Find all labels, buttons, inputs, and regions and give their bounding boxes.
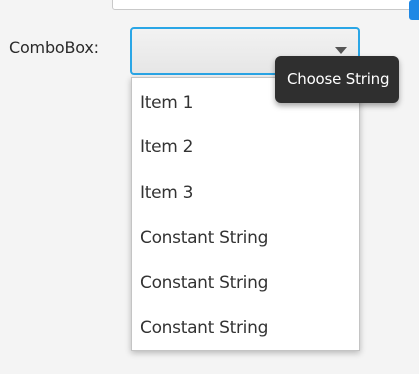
dropdown-item-item-2[interactable]: Item 2 bbox=[140, 137, 193, 157]
dropdown-item-constant-string-3[interactable]: Constant String bbox=[140, 318, 268, 338]
combobox-label: ComboBox: bbox=[9, 38, 99, 57]
dropdown-item-constant-string-2[interactable]: Constant String bbox=[140, 273, 268, 293]
text-field-above[interactable] bbox=[112, 0, 412, 10]
combobox-dropdown-list: Item 1 Item 2 Item 3 Constant String Con… bbox=[131, 77, 360, 351]
dropdown-item-constant-string-1[interactable]: Constant String bbox=[140, 228, 268, 248]
blue-control-edge[interactable] bbox=[409, 0, 419, 20]
chevron-down-icon[interactable] bbox=[335, 47, 347, 54]
dropdown-item-item-3[interactable]: Item 3 bbox=[140, 183, 193, 203]
tooltip: Choose String bbox=[275, 56, 400, 103]
dropdown-item-item-1[interactable]: Item 1 bbox=[140, 93, 193, 113]
